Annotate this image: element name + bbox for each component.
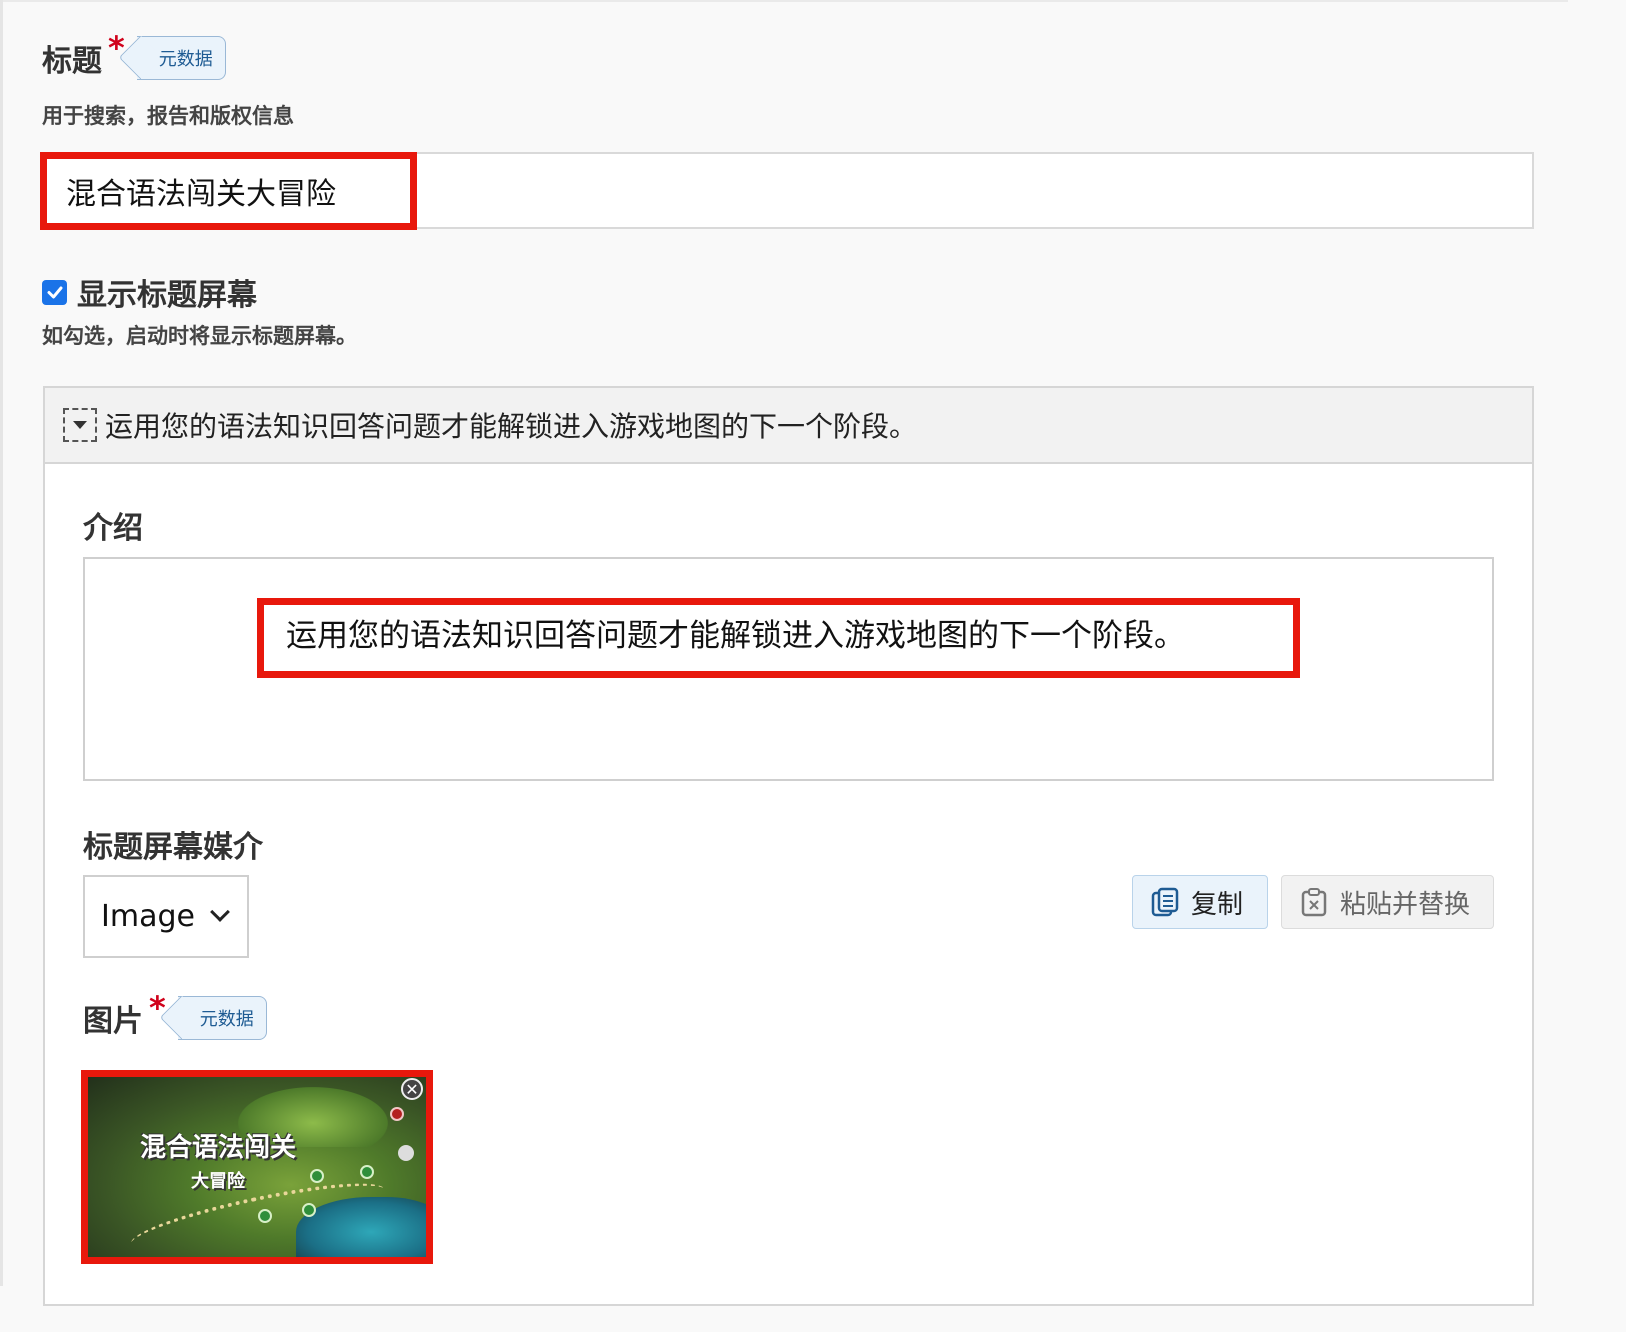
checkpoint-icon xyxy=(360,1165,374,1179)
checkmark-icon xyxy=(47,286,62,299)
chevron-down-icon xyxy=(210,901,230,922)
metadata-tag-button[interactable]: 元数据 xyxy=(136,36,226,80)
intro-label: 介绍 xyxy=(83,511,143,546)
title-input[interactable] xyxy=(44,154,1532,227)
paste-replace-button[interactable]: 粘贴并替换 xyxy=(1281,875,1494,929)
media-label: 标题屏幕媒介 xyxy=(83,830,263,865)
remove-image-close-icon[interactable]: ✕ xyxy=(401,1078,423,1100)
thumbnail-subtitle: 大冒险 xyxy=(191,1171,245,1192)
intro-label-row: 介绍 xyxy=(83,503,143,547)
lock-icon xyxy=(390,1107,404,1121)
metadata-tag-button[interactable]: 元数据 xyxy=(177,996,267,1040)
checkpoint-icon xyxy=(302,1203,316,1217)
media-label-row: 标题屏幕媒介 xyxy=(83,822,263,866)
title-label: 标题 xyxy=(42,44,102,79)
map-marker-icon xyxy=(398,1145,414,1161)
panel-header-title: 运用您的语法知识回答问题才能解锁进入游戏地图的下一个阶段。 xyxy=(105,410,918,443)
show-title-screen-description: 如勾选，启动时将显示标题屏幕。 xyxy=(42,324,357,348)
window-top-border xyxy=(0,0,1568,2)
copy-button[interactable]: 复制 xyxy=(1132,875,1268,929)
title-description: 用于搜索，报告和版权信息 xyxy=(42,104,294,128)
show-title-screen-label[interactable]: 显示标题屏幕 xyxy=(77,270,257,314)
show-title-screen-checkbox[interactable] xyxy=(42,279,67,305)
checkpoint-icon xyxy=(310,1169,324,1183)
image-label: 图片 xyxy=(83,1004,143,1039)
intro-editor[interactable] xyxy=(83,557,1494,781)
paste-replace-label: 粘贴并替换 xyxy=(1340,889,1471,920)
copy-icon xyxy=(1151,887,1179,917)
copy-button-label: 复制 xyxy=(1191,889,1244,920)
intro-text: 运用您的语法知识回答问题才能解锁进入游戏地图的下一个阶段。 xyxy=(286,618,1185,654)
title-input-container xyxy=(42,152,1534,229)
window-left-border xyxy=(0,0,3,1286)
collapse-toggle-icon[interactable] xyxy=(63,408,97,442)
title-label-row: 标题 * 元数据 xyxy=(42,29,226,80)
panel-header[interactable]: 运用您的语法知识回答问题才能解锁进入游戏地图的下一个阶段。 xyxy=(45,388,1532,464)
metadata-tag-label: 元数据 xyxy=(199,1009,254,1030)
checkpoint-icon xyxy=(258,1209,272,1223)
metadata-tag-label: 元数据 xyxy=(158,49,213,70)
image-label-row: 图片 * 元数据 xyxy=(83,989,267,1040)
show-title-screen-row: 显示标题屏幕 xyxy=(42,270,257,314)
paste-icon xyxy=(1300,887,1328,917)
image-thumbnail[interactable]: 混合语法闯关 大冒险 xyxy=(88,1077,426,1257)
media-type-select[interactable]: Image xyxy=(83,875,249,958)
media-type-value: Image xyxy=(101,899,195,934)
thumbnail-title: 混合语法闯关 xyxy=(139,1133,296,1163)
